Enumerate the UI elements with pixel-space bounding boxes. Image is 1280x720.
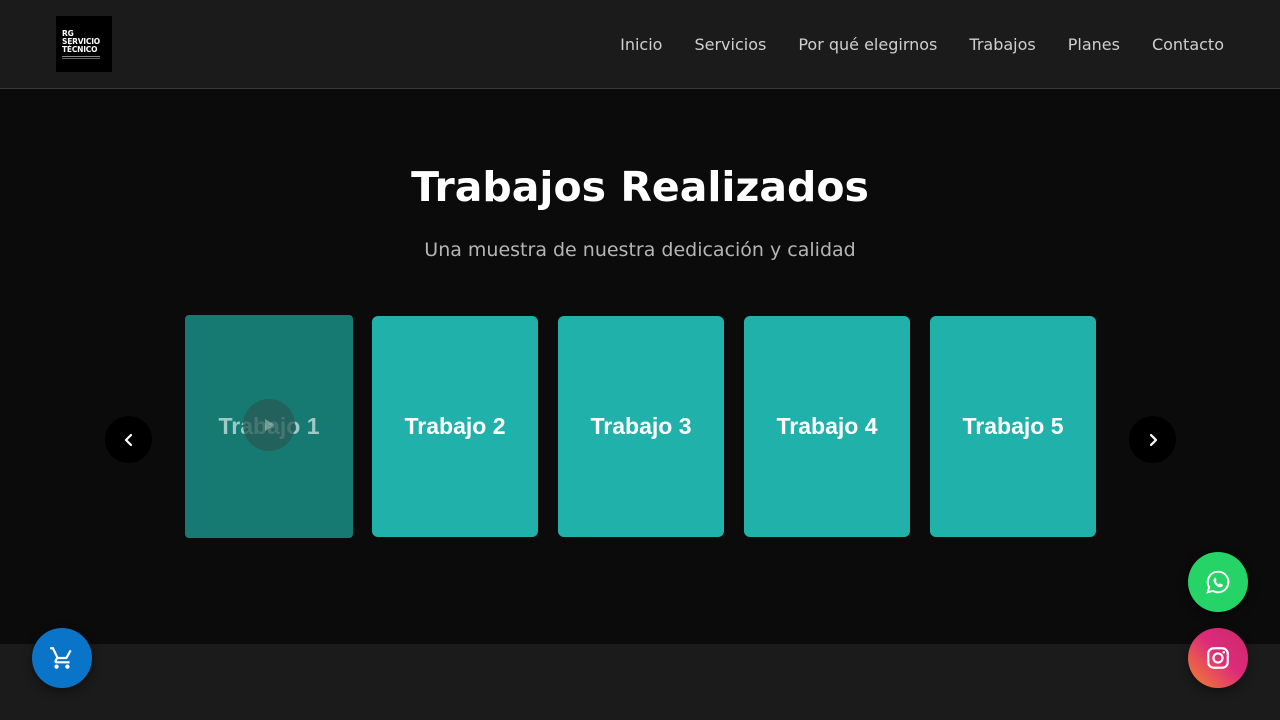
whatsapp-icon — [1206, 570, 1230, 594]
work-card-label: Trabajo 3 — [590, 413, 692, 439]
section-subtitle: Una muestra de nuestra dedicación y cali… — [424, 239, 856, 261]
nav-link-servicios[interactable]: Servicios — [694, 35, 766, 54]
chevron-left-icon — [124, 433, 132, 446]
logo-text-line3: TÉCNICO — [62, 44, 98, 54]
footer-strip — [0, 644, 1280, 720]
nav-link-por-que-elegirnos[interactable]: Por qué elegirnos — [798, 35, 937, 54]
work-card-label: Trabajo 4 — [776, 413, 878, 439]
work-card-3[interactable]: Trabajo 3 — [558, 316, 724, 537]
instagram-button[interactable] — [1188, 628, 1248, 688]
trabajos-section: Trabajos Realizados Una muestra de nuest… — [0, 89, 1280, 644]
cart-button[interactable] — [32, 628, 92, 688]
work-card-5[interactable]: Trabajo 5 — [930, 316, 1096, 537]
play-icon — [243, 399, 295, 451]
navbar: RG SERVICIO TÉCNICO Inicio Servicios Por… — [0, 0, 1280, 89]
carousel-next-button[interactable] — [1129, 416, 1176, 463]
cart-icon — [50, 647, 72, 669]
nav-link-inicio[interactable]: Inicio — [620, 35, 662, 54]
work-card-2[interactable]: Trabajo 2 — [372, 316, 538, 537]
nav-link-planes[interactable]: Planes — [1068, 35, 1120, 54]
nav-menu: Inicio Servicios Por qué elegirnos Traba… — [620, 0, 1224, 88]
nav-link-contacto[interactable]: Contacto — [1152, 35, 1224, 54]
whatsapp-button[interactable] — [1188, 552, 1248, 612]
work-card-1[interactable]: Trabajo 1 — [185, 315, 353, 538]
logo[interactable]: RG SERVICIO TÉCNICO — [56, 16, 112, 72]
logo-decoration — [62, 55, 100, 59]
chevron-right-icon — [1149, 433, 1157, 446]
work-card-4[interactable]: Trabajo 4 — [744, 316, 910, 537]
carousel-prev-button[interactable] — [105, 416, 152, 463]
nav-link-trabajos[interactable]: Trabajos — [969, 35, 1035, 54]
work-card-label: Trabajo 5 — [962, 413, 1064, 439]
section-title: Trabajos Realizados — [411, 163, 869, 211]
instagram-icon — [1207, 647, 1229, 669]
work-card-label: Trabajo 2 — [404, 413, 506, 439]
